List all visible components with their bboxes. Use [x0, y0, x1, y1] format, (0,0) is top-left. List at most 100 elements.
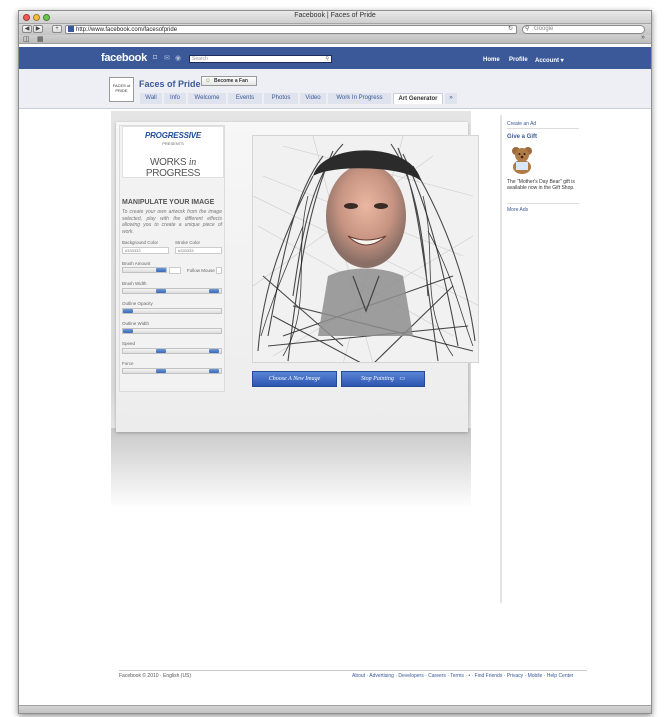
footer-copyright[interactable]: Facebook © 2010 · English (US)	[119, 673, 191, 679]
choose-new-image-button[interactable]: Choose A New Image	[252, 371, 337, 387]
reload-icon[interactable]: ↻	[508, 26, 513, 33]
progressive-logo: PROGRESSIVE	[144, 131, 202, 140]
series-word-1: WORKS	[150, 157, 187, 168]
slider-handle[interactable]	[156, 268, 166, 272]
search-icon: ⚲	[525, 26, 530, 32]
nav-home[interactable]: Home	[483, 57, 500, 63]
slider-handle[interactable]	[123, 309, 133, 313]
become-fan-button[interactable]: ☺ Become a Fan	[201, 76, 257, 86]
teddy-bear-icon	[512, 147, 532, 174]
top-sites-icon[interactable]: ▦	[37, 35, 44, 43]
reading-list-icon[interactable]: ◫	[23, 35, 30, 43]
facebook-search-placeholder: Search	[192, 56, 208, 62]
background-color-value: #333333	[125, 248, 141, 253]
presents-text: PRESENTS	[162, 141, 184, 146]
browser-status-bar	[19, 705, 651, 713]
brush-width-slider[interactable]	[122, 288, 222, 294]
become-fan-label: Become a Fan	[214, 78, 248, 84]
slider-handle-min[interactable]	[156, 349, 166, 353]
app-reflection	[111, 428, 471, 509]
tab-info[interactable]: Info	[164, 93, 186, 104]
friend-requests-icon[interactable]: ◘	[153, 54, 157, 61]
outline-opacity-slider[interactable]	[122, 308, 222, 314]
facebook-header: facebook ◘ ✉ ◉ Search ⚲ Home Profile Acc…	[19, 47, 651, 69]
slider-handle-max[interactable]	[209, 349, 219, 353]
title-bar: Facebook | Faces of Pride	[19, 11, 651, 24]
painted-portrait	[253, 136, 478, 362]
stroke-color-label: Stroke Color	[175, 240, 201, 245]
forward-button[interactable]: ▶	[33, 25, 43, 33]
window-title: Facebook | Faces of Pride	[294, 12, 376, 19]
tab-welcome[interactable]: Welcome	[188, 93, 226, 104]
brush-amount-label: Brush Amount	[122, 261, 151, 266]
brand-logo-box: PROGRESSIVE PRESENTS WORKS in PROGRESS	[122, 126, 224, 179]
brush-width-label: Brush Width	[122, 281, 147, 286]
gift-description: The "Mother's Day Bear" gift is availabl…	[507, 179, 575, 191]
slider-handle[interactable]	[123, 329, 133, 333]
footer-links[interactable]: About · Advertising · Developers · Caree…	[352, 673, 573, 679]
background-color-label: Background Color	[122, 240, 159, 245]
outline-width-slider[interactable]	[122, 328, 222, 334]
stop-painting-label: Stop Painting	[360, 376, 394, 382]
outline-width-label: Outline Width	[122, 321, 150, 326]
outline-opacity-label: Outline Opacity	[122, 301, 153, 306]
tab-wall[interactable]: Wall	[140, 93, 162, 104]
address-bar[interactable]: http://www.facebook.com/facesofpride ↻	[65, 25, 517, 34]
slider-handle-max[interactable]	[209, 369, 219, 373]
force-slider[interactable]	[122, 368, 222, 374]
favicon-icon	[68, 26, 74, 32]
more-ads-link[interactable]: More Ads	[507, 207, 528, 213]
nav-account[interactable]: Account ▾	[535, 57, 564, 64]
thumbs-up-icon: ☺	[205, 78, 212, 84]
painting-canvas[interactable]	[252, 135, 479, 363]
bookmarks-overflow-icon[interactable]: »	[641, 34, 645, 41]
address-text: http://www.facebook.com/facesofpride	[76, 27, 178, 33]
series-word-3: PROGRESS	[145, 168, 201, 179]
speed-slider[interactable]	[122, 348, 222, 354]
slider-handle-min[interactable]	[156, 369, 166, 373]
series-word-2: in	[188, 157, 196, 168]
footer-divider	[119, 670, 587, 671]
manipulate-title: MANIPULATE YOUR IMAGE	[122, 199, 215, 206]
tab-more[interactable]: »	[445, 93, 457, 104]
page-title[interactable]: Faces of Pride	[139, 79, 201, 89]
browser-search-placeholder: Google	[534, 26, 554, 32]
messages-icon[interactable]: ✉	[164, 54, 170, 62]
give-gift-title[interactable]: Give a Gift	[507, 134, 537, 140]
slider-handle-min[interactable]	[156, 289, 166, 293]
create-ad-link[interactable]: Create an Ad	[507, 121, 536, 127]
stop-icon: ▭	[399, 376, 405, 382]
series-title: WORKS in PROGRESS	[123, 157, 223, 179]
add-bookmark-button[interactable]: +	[52, 25, 62, 33]
search-icon[interactable]: ⚲	[325, 56, 329, 62]
sidebar-separator	[507, 128, 579, 129]
sidebar-divider	[500, 115, 502, 603]
follow-mouse-toggle[interactable]	[216, 267, 222, 274]
tab-photos[interactable]: Photos	[264, 93, 298, 104]
bookmarks-bar: ◫ ▦ »	[19, 34, 651, 44]
force-label: Force	[122, 361, 134, 366]
stroke-color-input[interactable]: #333333	[175, 247, 222, 254]
sidebar-separator-2	[507, 203, 579, 204]
slider-handle-max[interactable]	[209, 289, 219, 293]
tab-work-in-progress[interactable]: Work In Progress	[328, 93, 391, 104]
tab-video[interactable]: Video	[300, 93, 326, 104]
browser-search-input[interactable]: ⚲ Google	[522, 25, 645, 34]
tab-art-generator[interactable]: Art Generator	[393, 93, 443, 104]
browser-window: Facebook | Faces of Pride ◀ ▶ + http://w…	[18, 10, 652, 714]
facebook-search-input[interactable]: Search ⚲	[189, 55, 332, 63]
speed-label: Speed	[122, 341, 136, 346]
facebook-logo[interactable]: facebook	[101, 52, 147, 64]
teddy-bear-gift-image[interactable]	[507, 145, 537, 175]
tab-events[interactable]: Events	[228, 93, 262, 104]
notifications-icon[interactable]: ◉	[175, 54, 181, 62]
page-avatar[interactable]: FACES of PRIDE	[109, 77, 134, 102]
browser-toolbar: ◀ ▶ + http://www.facebook.com/facesofpri…	[19, 24, 651, 35]
background-color-input[interactable]: #333333	[122, 247, 169, 254]
back-button[interactable]: ◀	[22, 25, 32, 33]
manipulate-description: To create your own artwork from the imag…	[122, 209, 222, 235]
nav-profile[interactable]: Profile	[509, 57, 528, 63]
stop-painting-button[interactable]: Stop Painting ▭	[341, 371, 425, 387]
follow-mouse-checkbox[interactable]	[169, 267, 181, 274]
brush-amount-slider[interactable]	[122, 267, 167, 273]
